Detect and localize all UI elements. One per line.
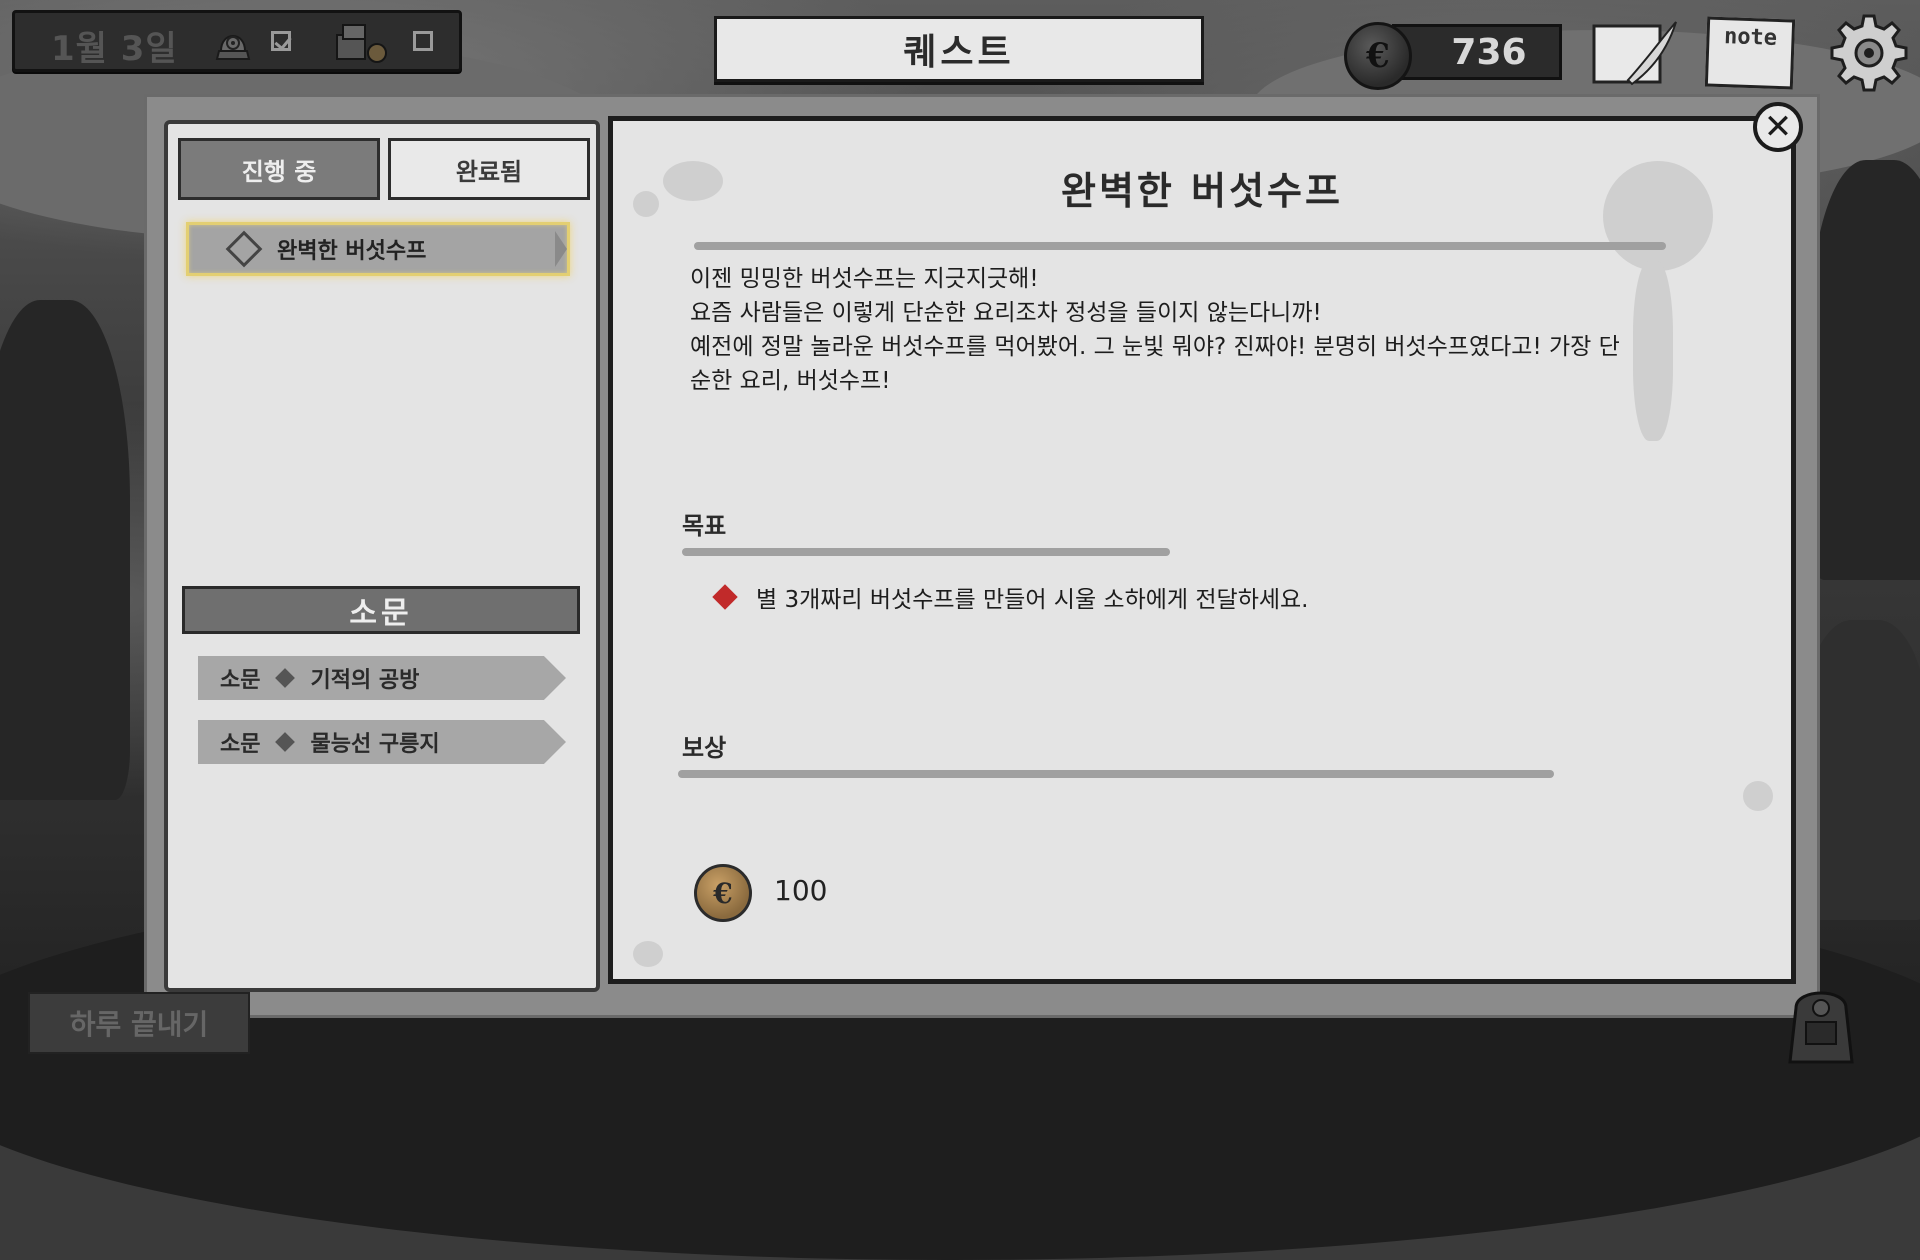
- quest-list-item-title: 완벽한 버섯수프: [277, 239, 427, 264]
- crate-icon: [333, 21, 387, 63]
- objective-marker-icon: [712, 584, 738, 610]
- rumor-header: 소문: [182, 586, 580, 634]
- quill-scroll-icon[interactable]: [1588, 18, 1677, 88]
- close-icon[interactable]: ✕: [1753, 102, 1803, 152]
- reward-divider: [678, 770, 1554, 778]
- rumor-item[interactable]: 소문 물능선 구릉지: [198, 720, 566, 764]
- diamond-icon: [275, 668, 296, 688]
- quest-title: 완벽한 버섯수프: [1061, 169, 1343, 213]
- rumor-title: 물능선 구릉지: [310, 732, 440, 757]
- story-line: 요즘 사람들은 이렇게 단순한 요리조차 정성을 들이지 않는다니까!: [690, 300, 1322, 326]
- objective-text: 별 3개짜리 버섯수프를 만들어 시울 소하에게 전달하세요.: [756, 587, 1309, 613]
- rumor-tag: 소문: [220, 668, 261, 693]
- date-label: 1월 3일: [51, 29, 178, 69]
- objective-item: 별 3개짜리 버섯수프를 만들어 시울 소하에게 전달하세요.: [712, 580, 1309, 614]
- tab-in-progress[interactable]: 진행 중: [178, 138, 380, 200]
- title-divider: [694, 242, 1666, 250]
- end-day-button[interactable]: 하루 끝내기: [28, 992, 250, 1054]
- note-icon[interactable]: note: [1704, 16, 1796, 90]
- coin-counter: 736: [1392, 24, 1562, 80]
- chevron-right-icon: [555, 231, 567, 267]
- quest-story: 이젠 밍밍한 버섯수프는 지긋지긋해! 요즘 사람들은 이렇게 단순한 요리조차…: [690, 262, 1700, 398]
- backpack-icon[interactable]: [1776, 978, 1876, 1068]
- coin-icon: €: [1344, 22, 1412, 90]
- rumor-title: 기적의 공방: [310, 668, 420, 693]
- story-line: 예전에 정말 놀라운 버섯수프를 먹어봤어. 그 눈빛 뭐야? 진짜야! 분명히…: [690, 334, 1620, 360]
- rumor-tag: 소문: [220, 732, 261, 757]
- story-line: 이젠 밍밍한 버섯수프는 지긋지긋해!: [690, 266, 1039, 292]
- tab-completed[interactable]: 완료됨: [388, 138, 590, 200]
- gear-icon[interactable]: [1828, 12, 1910, 94]
- task2-checkbox: [413, 31, 433, 51]
- coin-icon: €: [694, 864, 752, 922]
- quest-screen-title: 퀘스트: [714, 16, 1204, 82]
- stamp-icon: [211, 21, 251, 61]
- rumor-item[interactable]: 소문 기적의 공방: [198, 656, 566, 700]
- objective-label: 목표: [682, 512, 727, 540]
- reward-label: 보상: [682, 734, 727, 762]
- quest-list-item[interactable]: 완벽한 버섯수프: [186, 222, 570, 276]
- reward-amount: 100: [774, 874, 828, 907]
- task1-checkbox: [271, 31, 291, 51]
- note-label: note: [1723, 24, 1778, 51]
- diamond-icon: [275, 732, 296, 752]
- story-line: 순한 요리, 버섯수프!: [690, 368, 891, 394]
- date-panel: 1월 3일: [12, 10, 462, 72]
- quest-diamond-icon: [225, 230, 263, 268]
- objective-divider: [682, 548, 1170, 556]
